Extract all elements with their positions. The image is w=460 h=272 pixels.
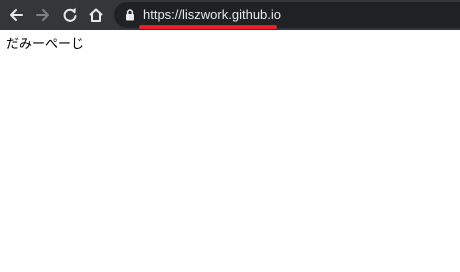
reload-button[interactable] bbox=[59, 4, 81, 26]
reload-icon bbox=[63, 7, 77, 22]
url-highlight-underline bbox=[139, 25, 277, 29]
lock-icon bbox=[126, 9, 134, 21]
forward-arrow-icon bbox=[36, 9, 49, 21]
url-text: https://liszwork.github.io bbox=[143, 7, 282, 22]
back-button[interactable] bbox=[5, 4, 27, 26]
forward-button[interactable] bbox=[32, 4, 54, 26]
back-arrow-icon bbox=[10, 9, 23, 21]
home-icon bbox=[89, 8, 103, 22]
page-content: だみーぺーじ bbox=[0, 30, 460, 272]
page-body-text: だみーぺーじ bbox=[6, 37, 85, 52]
browser-toolbar: https://liszwork.github.io bbox=[0, 0, 460, 30]
home-button[interactable] bbox=[85, 4, 107, 26]
